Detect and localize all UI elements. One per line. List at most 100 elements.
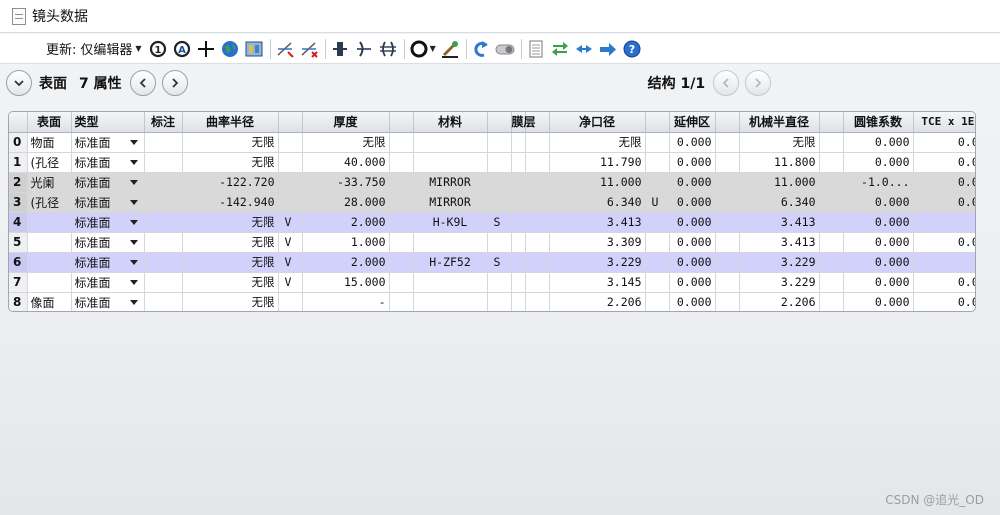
mech-semi-dia-cell[interactable]: 2.206 <box>739 292 820 311</box>
chip-zone-cell[interactable]: 0.000 <box>669 272 716 293</box>
clear-semi-dia-cell[interactable]: 11.000 <box>549 172 646 193</box>
clear-semi-dia-cell[interactable]: 2.206 <box>549 292 646 311</box>
material-cell[interactable]: MIRROR <box>413 192 488 213</box>
table-row[interactable]: 5标准面无限V1.0003.3090.0003.4130.0000.000 <box>9 232 975 253</box>
insert-surface-icon[interactable] <box>275 39 295 59</box>
coating-cell[interactable] <box>511 272 526 293</box>
chevron-down-icon[interactable]: ▼ <box>135 44 141 53</box>
col-header-comment[interactable]: 标注 <box>144 112 183 133</box>
material-solve-cell[interactable] <box>487 232 512 253</box>
clear-semi-dia-cell[interactable]: 3.413 <box>549 212 646 233</box>
surface-name-cell[interactable] <box>27 252 72 273</box>
conic-cell[interactable]: 0.000 <box>843 292 914 311</box>
chip-solve-cell[interactable] <box>715 232 740 253</box>
clear-solve-cell[interactable] <box>645 252 670 273</box>
clear-semi-dia-cell[interactable]: 6.340 <box>549 192 646 213</box>
radius-solve-cell[interactable] <box>278 172 303 193</box>
surface-type-dropdown[interactable]: 标准面 <box>71 192 145 213</box>
thickness-solve-cell[interactable] <box>389 212 414 233</box>
thickness-cell[interactable]: 无限 <box>302 132 390 153</box>
coating-cell[interactable] <box>511 192 526 213</box>
material-cell[interactable]: H-ZF52 <box>413 252 488 273</box>
material-cell[interactable] <box>413 152 488 173</box>
coating-cell[interactable] <box>511 172 526 193</box>
help-icon[interactable]: ? <box>622 39 642 59</box>
coating-solve-cell[interactable] <box>525 132 550 153</box>
col-header-material[interactable]: 材料 <box>413 112 488 133</box>
col-header-surface[interactable]: 表面 <box>27 112 72 133</box>
radius-cell[interactable]: -142.940 <box>182 192 279 213</box>
undo-icon[interactable] <box>471 39 491 59</box>
refresh-1-icon[interactable]: 1 <box>148 39 168 59</box>
table-row[interactable]: 1(孔径标准面无限40.00011.7900.00011.8000.0000.0… <box>9 152 975 173</box>
thickness-solve-cell[interactable] <box>389 252 414 273</box>
conic-cell[interactable]: 0.000 <box>843 212 914 233</box>
col-header-clear-semi-dia[interactable]: 净口径 <box>549 112 646 133</box>
chip-solve-cell[interactable] <box>715 252 740 273</box>
col-header-radius[interactable]: 曲率半径 <box>182 112 279 133</box>
comment-cell[interactable] <box>144 272 183 293</box>
clear-solve-cell[interactable] <box>645 132 670 153</box>
comment-cell[interactable] <box>144 192 183 213</box>
thickness-solve-cell[interactable] <box>389 292 414 311</box>
table-row[interactable]: 8像面标准面无限-2.2060.0002.2060.0000.000 <box>9 292 975 311</box>
clear-solve-cell[interactable] <box>645 212 670 233</box>
material-cell[interactable] <box>413 272 488 293</box>
coating-solve-cell[interactable] <box>525 232 550 253</box>
table-row[interactable]: 3 (孔径 标准面 -142.940 28.000 MIRROR 6.340 U 0.000 6.… <box>9 192 975 213</box>
thickness-solve-cell[interactable] <box>389 152 414 173</box>
move-surface-icon[interactable] <box>330 39 350 59</box>
material-cell[interactable]: MIRROR <box>413 172 488 193</box>
thickness-cell[interactable]: 1.000 <box>302 232 390 253</box>
surface-name-cell[interactable]: 像面 <box>27 292 72 311</box>
radius-cell[interactable]: 无限 <box>182 252 279 273</box>
comment-cell[interactable] <box>144 172 183 193</box>
chip-zone-cell[interactable]: 0.000 <box>669 192 716 213</box>
tce-cell[interactable]: 0.000 <box>913 272 975 293</box>
chip-solve-cell[interactable] <box>715 212 740 233</box>
mech-solve-cell[interactable] <box>819 252 844 273</box>
chip-solve-cell[interactable] <box>715 272 740 293</box>
material-solve-cell[interactable]: S <box>487 252 512 273</box>
mech-semi-dia-cell[interactable]: 3.229 <box>739 252 820 273</box>
coating-solve-cell[interactable] <box>525 212 550 233</box>
expand-button[interactable] <box>6 70 32 96</box>
align-icon[interactable] <box>378 39 398 59</box>
crosshair-icon[interactable] <box>196 39 216 59</box>
col-header-thickness[interactable]: 厚度 <box>302 112 390 133</box>
surface-name-cell[interactable]: (孔径 <box>27 152 72 173</box>
tce-cell[interactable]: 0.000 <box>913 172 975 193</box>
thickness-solve-cell[interactable] <box>389 272 414 293</box>
chip-zone-cell[interactable]: 0.000 <box>669 172 716 193</box>
surface-type-dropdown[interactable]: 标准面 <box>71 132 145 153</box>
conic-cell[interactable]: 0.000 <box>843 132 914 153</box>
radius-cell[interactable]: 无限 <box>182 132 279 153</box>
next-surface-button[interactable] <box>161 70 188 96</box>
mech-semi-dia-cell[interactable]: 6.340 <box>739 192 820 213</box>
material-cell[interactable] <box>413 292 488 311</box>
chip-solve-cell[interactable] <box>715 132 740 153</box>
conic-cell[interactable]: 0.000 <box>843 232 914 253</box>
col-header-tce[interactable]: TCE x 1E-6 <box>913 112 975 133</box>
chevron-down-icon[interactable] <box>129 219 138 225</box>
comment-cell[interactable] <box>144 292 183 311</box>
globe-icon[interactable] <box>220 39 240 59</box>
conic-cell[interactable]: -1.0... <box>843 172 914 193</box>
chip-zone-cell[interactable]: 0.000 <box>669 292 716 311</box>
radius-solve-cell[interactable]: V <box>278 232 303 253</box>
comment-cell[interactable] <box>144 232 183 253</box>
clear-semi-dia-cell[interactable]: 3.309 <box>549 232 646 253</box>
clear-solve-cell[interactable] <box>645 172 670 193</box>
material-solve-cell[interactable] <box>487 132 512 153</box>
coating-cell[interactable] <box>511 292 526 311</box>
radius-solve-cell[interactable] <box>278 192 303 213</box>
mech-semi-dia-cell[interactable]: 3.413 <box>739 232 820 253</box>
thickness-cell[interactable]: 40.000 <box>302 152 390 173</box>
thickness-solve-cell[interactable] <box>389 172 414 193</box>
material-solve-cell[interactable] <box>487 192 512 213</box>
thickness-cell[interactable]: - <box>302 292 390 311</box>
table-row[interactable]: 6标准面无限V2.000H-ZF52S3.2290.0003.2290.000- <box>9 252 975 273</box>
coating-solve-cell[interactable] <box>525 192 550 213</box>
mech-semi-dia-cell[interactable]: 3.413 <box>739 212 820 233</box>
comment-cell[interactable] <box>144 252 183 273</box>
